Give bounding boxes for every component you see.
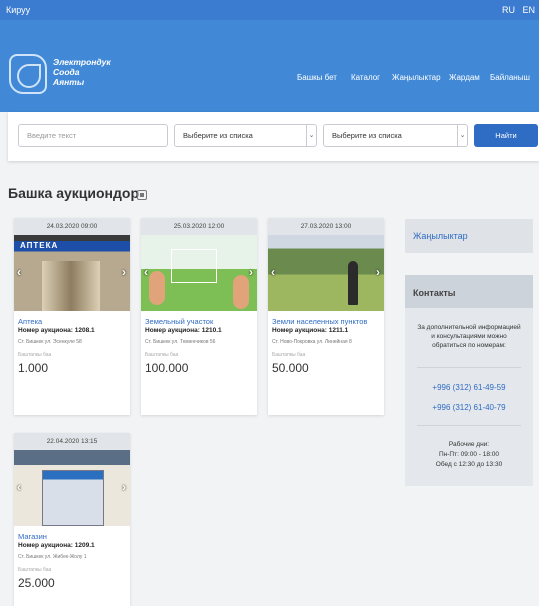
auction-date: 25.03.2020 12:00 [141, 218, 257, 235]
auction-name[interactable]: Земельный участок [141, 311, 257, 326]
auction-name[interactable]: Аптека [14, 311, 130, 326]
brand-line: Электрондук [53, 57, 111, 67]
chevron-right-icon[interactable]: › [122, 480, 126, 494]
hand-shape [233, 275, 249, 309]
top-bar: Кируу RU EN [0, 0, 539, 20]
chevron-left-icon[interactable]: ‹ [17, 480, 21, 494]
auction-image[interactable]: АПТЕКА ‹ › [14, 235, 130, 311]
hours-line: Пн-Пт: 09:00 - 18:00 [439, 451, 499, 458]
chevron-down-icon: ⌄ [306, 125, 316, 146]
contacts-title: Контакты [405, 275, 533, 308]
chevron-left-icon[interactable]: ‹ [144, 265, 148, 279]
auction-card[interactable]: 24.03.2020 09:00 АПТЕКА ‹ › Аптека Номер… [14, 218, 130, 415]
region-select-value: Выберите из списка [332, 131, 402, 140]
auction-date: 24.03.2020 09:00 [14, 218, 130, 235]
auction-price: 1.000 [18, 361, 49, 375]
lang-en-link[interactable]: EN [522, 5, 535, 15]
login-link[interactable]: Кируу [6, 5, 30, 15]
price-label: Баштапкы баа [145, 352, 179, 358]
region-select[interactable]: Выберите из списка ⌄ [323, 124, 468, 147]
nav-catalog[interactable]: Каталог [351, 73, 380, 82]
auction-price: 50.000 [272, 361, 309, 375]
lang-ru-link[interactable]: RU [502, 5, 515, 15]
auction-card[interactable]: 25.03.2020 12:00 ‹ › Земельный участок Н… [141, 218, 257, 415]
auction-lot: Номер аукциона: 1209.1 [18, 542, 95, 549]
auction-image[interactable]: ‹ › [268, 235, 384, 311]
logo-icon[interactable] [9, 54, 47, 94]
auction-lot: Номер аукциона: 1211.1 [272, 327, 349, 334]
phone-link[interactable]: +996 (312) 61-49-59 [405, 383, 533, 392]
brand-line: Соода [53, 67, 80, 77]
category-select-value: Выберите из списка [183, 131, 253, 140]
phone-link[interactable]: +996 (312) 61-40-79 [405, 403, 533, 412]
storefront-shape [42, 261, 100, 311]
chevron-right-icon[interactable]: › [376, 265, 380, 279]
working-hours: Рабочие дни: Пн-Пт: 09:00 - 18:00 Обед с… [405, 440, 533, 470]
chevron-right-icon[interactable]: › [122, 265, 126, 279]
hours-line: Обед с 12:30 до 13:30 [435, 461, 503, 468]
auction-address: Ст. Бишкек ул. Жибек-Жолу 1 [18, 554, 87, 560]
auction-price: 25.000 [18, 576, 55, 590]
rss-icon[interactable] [137, 190, 147, 200]
brand-line: Аянты [53, 77, 85, 87]
auction-address: Ст. Бишкек ул. Эсенкуле 58 [18, 339, 82, 345]
nav-home[interactable]: Башкы бет [297, 73, 337, 82]
auction-address: Ст. Бишкек ул. Тюменчиков 56 [145, 339, 216, 345]
chevron-left-icon[interactable]: ‹ [271, 265, 275, 279]
nav-contacts[interactable]: Байланыш [490, 73, 530, 82]
chevron-down-icon: ⌄ [457, 125, 467, 146]
auction-date: 27.03.2020 13:00 [268, 218, 384, 235]
auction-card[interactable]: 27.03.2020 13:00 ‹ › Земли населенных пу… [268, 218, 384, 415]
auction-address: Ст. Ново-Покровка ул. Линейная 8 [272, 339, 352, 345]
nav-help[interactable]: Жардам [449, 73, 480, 82]
contacts-panel: Контакты За дополнительной информацией и… [405, 275, 533, 486]
nav-news[interactable]: Жаңылыктар [392, 73, 441, 82]
brand-name[interactable]: Электрондук Соода Аянты [53, 57, 111, 87]
auction-lot: Номер аукциона: 1208.1 [18, 327, 95, 334]
auction-name[interactable]: Земли населенных пунктов [268, 311, 384, 326]
person-shape [348, 261, 358, 305]
house-outline [171, 249, 217, 283]
auction-image[interactable]: ‹ › [14, 450, 130, 526]
contacts-info: За дополнительной информацией и консульт… [417, 324, 521, 349]
price-label: Баштапкы баа [272, 352, 306, 358]
auction-date: 22.04.2020 13:15 [14, 433, 130, 450]
auction-image[interactable]: ‹ › [141, 235, 257, 311]
chevron-right-icon[interactable]: › [249, 265, 253, 279]
search-input[interactable]: Введите текст [18, 124, 168, 147]
auction-card[interactable]: 22.04.2020 13:15 ‹ › Магазин Номер аукци… [14, 433, 130, 606]
find-button[interactable]: Найти [474, 124, 538, 147]
auction-price: 100.000 [145, 361, 189, 375]
search-panel: Введите текст Выберите из списка ⌄ Выбер… [8, 112, 539, 161]
price-label: Баштапкы баа [18, 567, 52, 573]
price-label: Баштапкы баа [18, 352, 52, 358]
pharmacy-sign: АПТЕКА [20, 241, 59, 250]
auction-lot: Номер аукциона: 1210.1 [145, 327, 222, 334]
auction-name[interactable]: Магазин [14, 526, 130, 541]
main-nav: Башкы бет Каталог Жаңылыктар Жардам Байл… [297, 73, 535, 85]
chevron-left-icon[interactable]: ‹ [17, 265, 21, 279]
page-title: Башка аукциондор [8, 185, 139, 201]
divider [417, 425, 521, 426]
category-select[interactable]: Выберите из списка ⌄ [174, 124, 317, 147]
site-header: Электрондук Соода Аянты Башкы бет Катало… [0, 20, 539, 112]
divider [417, 367, 521, 368]
news-link[interactable]: Жаңылыктар [405, 219, 533, 253]
kiosk-shape [42, 470, 104, 526]
hours-line: Рабочие дни: [448, 441, 490, 448]
language-switcher: RU EN [497, 5, 535, 15]
hand-shape [149, 271, 165, 305]
